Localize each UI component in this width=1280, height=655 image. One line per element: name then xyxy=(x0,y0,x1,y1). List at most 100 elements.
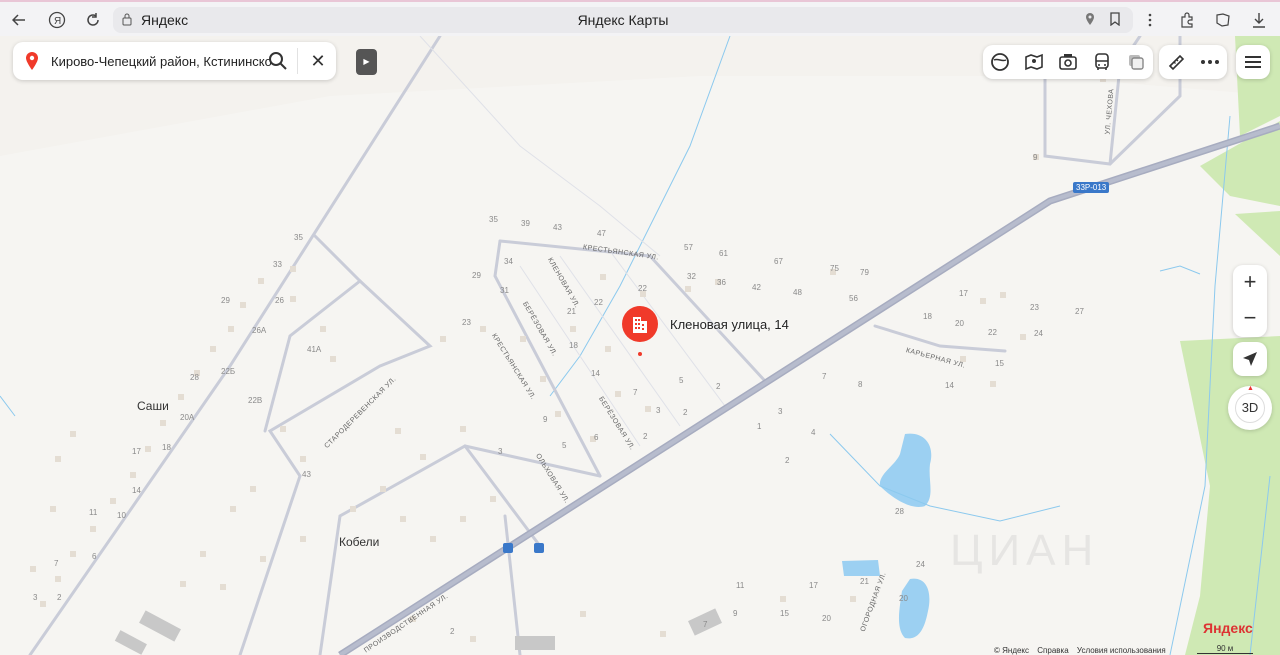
house-number: 3 xyxy=(33,593,38,602)
house-number: 2 xyxy=(57,593,62,602)
house-number: 43 xyxy=(302,470,311,479)
zoom-in-button[interactable]: + xyxy=(1233,265,1267,301)
close-icon[interactable]: ✕ xyxy=(307,51,329,71)
location-marker[interactable] xyxy=(620,305,660,357)
house-number: 36 xyxy=(717,278,726,287)
house-number: 35 xyxy=(489,215,498,224)
house-number: 61 xyxy=(719,249,728,258)
house-number: 7 xyxy=(822,372,827,381)
house-number: 22Б xyxy=(221,367,236,376)
house-number: 31 xyxy=(500,286,509,295)
page-title: Яндекс Карты xyxy=(577,12,669,28)
layers-icon[interactable] xyxy=(1119,45,1153,79)
divider xyxy=(297,48,298,74)
house-number: 9 xyxy=(733,609,738,618)
3d-toggle-button[interactable]: ▲ 3D xyxy=(1228,385,1272,430)
more-vertical-icon[interactable] xyxy=(1137,7,1163,33)
house-number: 11 xyxy=(736,581,745,590)
house-number: 79 xyxy=(860,268,869,277)
my-location-icon[interactable] xyxy=(1233,342,1267,376)
search-icon[interactable] xyxy=(268,51,290,71)
house-number: 2 xyxy=(450,627,455,636)
house-number: 75 xyxy=(830,264,839,273)
highway-badge: 33Р-013 xyxy=(1073,182,1110,193)
house-number: 18 xyxy=(162,443,171,452)
house-number: 5 xyxy=(562,441,567,450)
bus-stop-icon[interactable] xyxy=(534,543,544,553)
house-number: 17 xyxy=(809,581,818,590)
house-number: 9 xyxy=(1033,153,1038,162)
marker-label[interactable]: Кленовая улица, 14 xyxy=(670,317,789,332)
watermark: ЦИАН xyxy=(950,526,1100,575)
back-icon[interactable] xyxy=(6,7,32,33)
svg-text:Я: Я xyxy=(54,16,61,27)
zoom-out-button[interactable]: − xyxy=(1233,301,1267,337)
help-link[interactable]: Справка xyxy=(1037,646,1068,655)
house-number: 20 xyxy=(899,594,908,603)
search-input[interactable] xyxy=(51,51,271,71)
house-number: 32 xyxy=(687,272,696,281)
village-label: Кобели xyxy=(339,535,380,549)
map-canvas[interactable]: 35 39 43 47 57 61 67 75 79 29 34 22 32 3… xyxy=(0,36,1280,655)
house-number: 15 xyxy=(995,359,1004,368)
house-number: 6 xyxy=(594,433,599,442)
browser-toolbar: Я Яндекс Яндекс Карты xyxy=(0,0,1280,36)
house-number: 23 xyxy=(1030,303,1039,312)
collapse-panel-button[interactable]: ▶ xyxy=(356,49,377,75)
house-number: 41А xyxy=(307,345,322,354)
house-number: 27 xyxy=(1075,307,1084,316)
menu-icon[interactable] xyxy=(1236,45,1270,79)
reload-icon[interactable] xyxy=(80,7,106,33)
ruler-icon[interactable] xyxy=(1159,45,1193,79)
house-number: 21 xyxy=(860,577,869,586)
village-label: Саши xyxy=(137,399,169,413)
house-number: 15 xyxy=(780,609,789,618)
house-number: 47 xyxy=(597,229,606,238)
house-number: 48 xyxy=(793,288,802,297)
extensions-icon[interactable] xyxy=(1174,7,1200,33)
more-horizontal-icon[interactable] xyxy=(1193,45,1227,79)
3d-label: 3D xyxy=(1235,393,1265,423)
map-tools-toolbar xyxy=(1159,45,1227,79)
yandex-browser-icon[interactable]: Я xyxy=(44,7,70,33)
house-number: 42 xyxy=(752,283,761,292)
house-number: 57 xyxy=(684,243,693,252)
scale-bar: 90 м xyxy=(1197,644,1253,654)
house-number: 33 xyxy=(273,260,282,269)
house-number: 26А xyxy=(252,326,267,335)
house-number: 8 xyxy=(858,380,863,389)
house-number: 28 xyxy=(190,373,199,382)
house-number: 34 xyxy=(504,257,513,266)
photo-layer-icon[interactable] xyxy=(1051,45,1085,79)
house-number: 14 xyxy=(591,369,600,378)
location-pin-icon[interactable] xyxy=(1085,12,1095,31)
yandex-logo: Яндекс xyxy=(1203,620,1253,636)
house-number: 1 xyxy=(757,422,762,431)
house-number: 56 xyxy=(849,294,858,303)
bus-stop-icon[interactable] xyxy=(503,543,513,553)
house-number: 2 xyxy=(683,408,688,417)
house-number: 17 xyxy=(959,289,968,298)
house-number: 28 xyxy=(895,507,904,516)
map-footer: © Яндекс Справка Условия использования xyxy=(994,646,1172,655)
bookmark-icon[interactable] xyxy=(1109,12,1121,31)
transit-layer-icon[interactable] xyxy=(1085,45,1119,79)
zoom-controls: + − xyxy=(1233,265,1267,337)
house-number: 7 xyxy=(703,620,708,629)
collections-icon[interactable] xyxy=(1210,7,1236,33)
house-number: 18 xyxy=(569,341,578,350)
terms-link[interactable]: Условия использования xyxy=(1077,646,1166,655)
search-box: ✕ xyxy=(13,42,336,80)
house-number: 23 xyxy=(462,318,471,327)
house-number: 7 xyxy=(633,388,638,397)
traffic-layer-icon[interactable] xyxy=(983,45,1017,79)
house-number: 22 xyxy=(594,298,603,307)
house-number: 29 xyxy=(221,296,230,305)
address-bar[interactable]: Яндекс Яндекс Карты xyxy=(113,7,1133,33)
house-number: 6 xyxy=(92,552,97,561)
house-number: 11 xyxy=(89,508,98,517)
panorama-layer-icon[interactable] xyxy=(1017,45,1051,79)
download-icon[interactable] xyxy=(1246,7,1272,33)
house-number: 14 xyxy=(945,381,954,390)
house-number: 29 xyxy=(472,271,481,280)
